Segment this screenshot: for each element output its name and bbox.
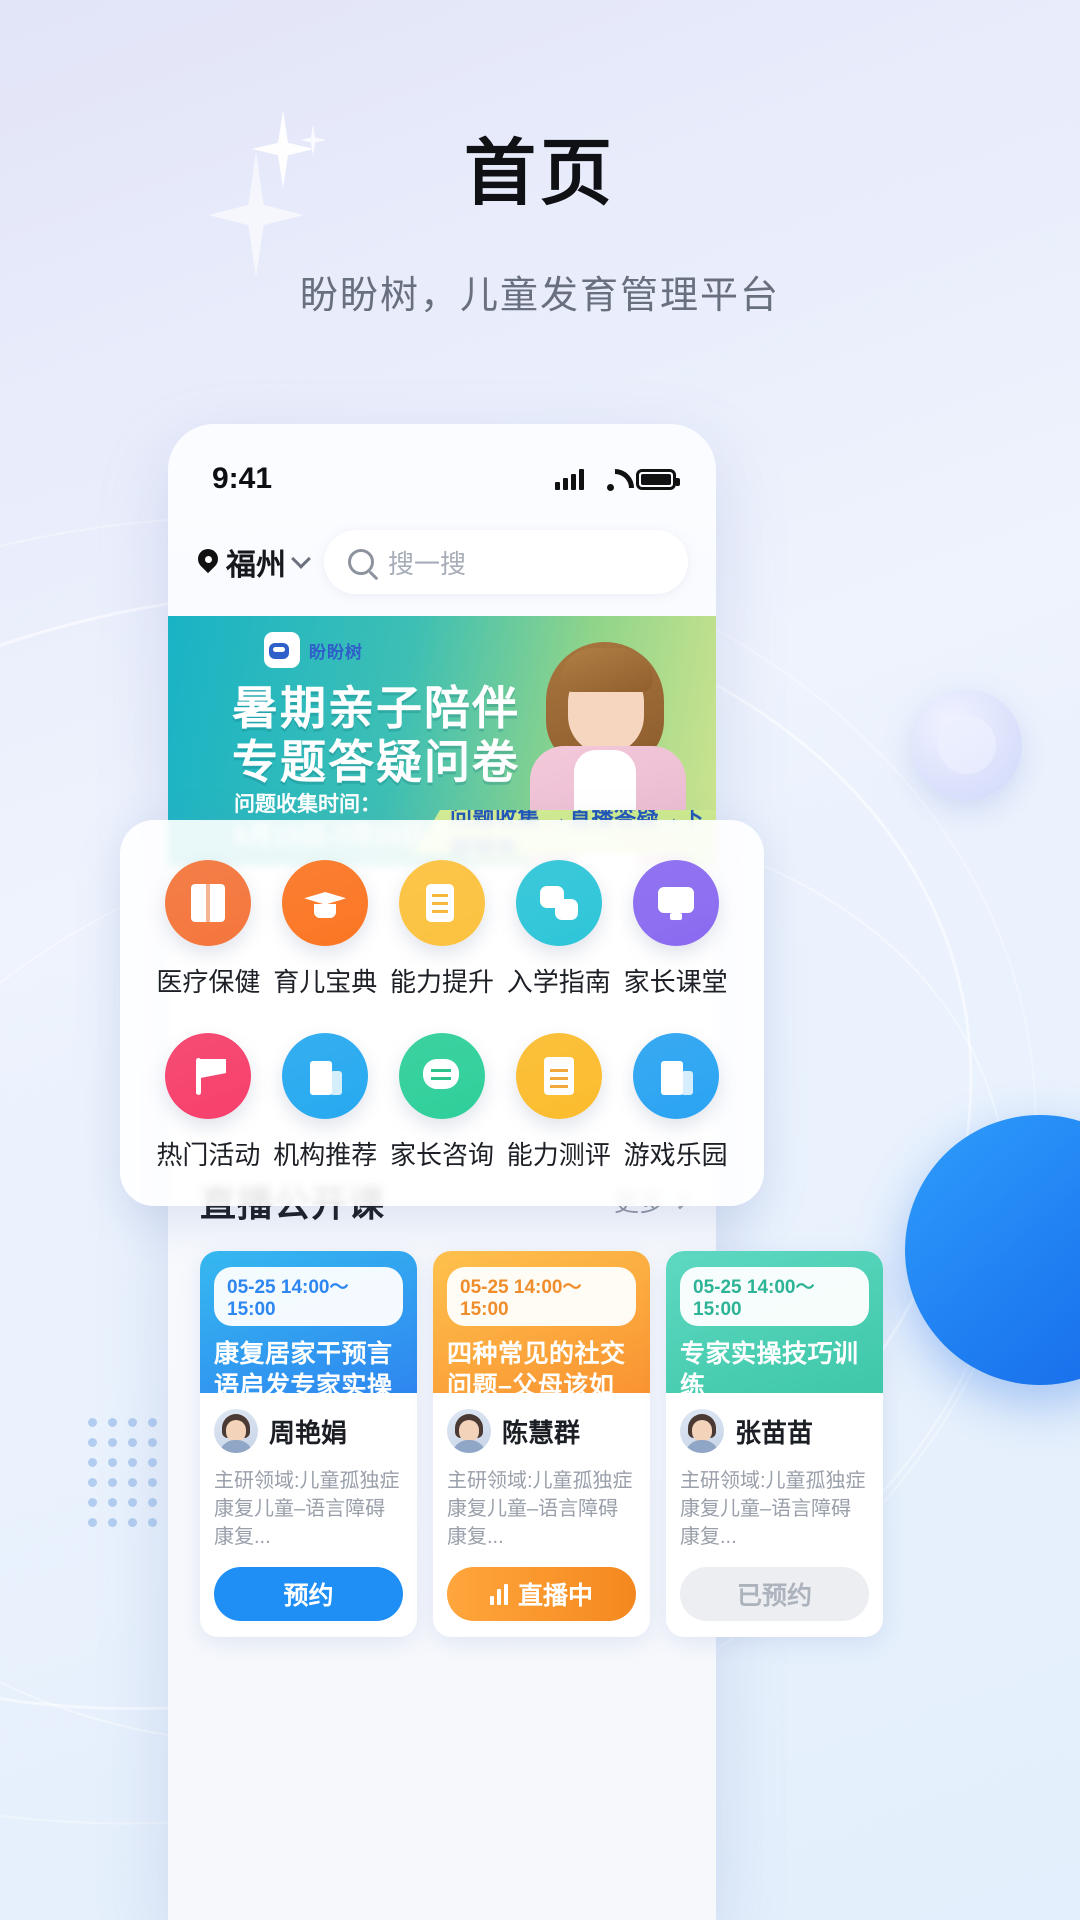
card-action-button[interactable]: 已预约 <box>680 1567 869 1621</box>
hospital-icon <box>304 1055 346 1097</box>
quick-entry-icon-bubble <box>515 1033 602 1119</box>
quick-entry-icon-bubble <box>632 860 719 946</box>
graduation-icon <box>304 882 346 924</box>
quick-entry-icon-bubble <box>282 860 369 946</box>
location-selector[interactable]: 福州 <box>198 540 311 584</box>
card-description: 主研领域:儿童孤独症康复儿童–语言障碍康复... <box>680 1470 866 1548</box>
quick-entry-icon-bubble <box>282 1033 369 1119</box>
banner-date-label: 问题收集时间： <box>234 793 381 816</box>
banner-brand-name: 盼盼树 <box>309 642 363 662</box>
monitor-icon <box>655 882 697 924</box>
quick-entry-4[interactable]: 入学指南 <box>500 860 617 999</box>
blue-circle-decoration <box>905 1115 1080 1385</box>
chat-icon <box>421 1055 463 1097</box>
quick-entry-3[interactable]: 能力提升 <box>384 860 501 999</box>
card-action-label: 已预约 <box>736 1582 812 1610</box>
quick-entry-icon-bubble <box>165 1033 252 1119</box>
chevron-down-icon <box>291 549 311 569</box>
quick-entry-6[interactable]: 热门活动 <box>150 1033 267 1172</box>
card-time-badge: 05-25 14:00～15:00 <box>214 1267 403 1326</box>
cellular-signal-icon <box>555 468 584 490</box>
teacher-name: 周艳娟 <box>269 1417 348 1448</box>
quick-entry-label: 家长课堂 <box>623 967 728 997</box>
live-course-card[interactable]: 05-25 14:00～15:00 康复居家干预言语启发专家实操技巧训... 周艳娟… <box>200 1251 417 1637</box>
quick-entry-icon-bubble <box>398 860 485 946</box>
avatar <box>214 1409 258 1453</box>
card-body: 周艳娟主研领域:儿童孤独症康复儿童–语言障碍康复... 预约 <box>200 1393 417 1637</box>
status-bar: 9:41 <box>168 424 716 510</box>
live-course-card[interactable]: 05-25 14:00～15:00 四种常见的社交问题–父母该如何进行... 陈慧群… <box>433 1251 650 1637</box>
card-teacher: 陈慧群 <box>447 1409 636 1453</box>
quick-entry-10[interactable]: 游戏乐园 <box>617 1033 734 1172</box>
live-course-card[interactable]: 05-25 14:00～15:00 专家实操技巧训练张苗苗主研领域:儿童孤独症康复… <box>666 1251 883 1637</box>
quick-entry-9[interactable]: 能力测评 <box>500 1033 617 1172</box>
flag-icon <box>187 1055 229 1097</box>
card-action-label: 预约 <box>283 1582 334 1610</box>
banner-brand: 盼盼树 <box>264 632 363 668</box>
page-header: 首页 盼盼树，儿童发育管理平台 <box>0 138 1080 319</box>
qa-bubble-icon <box>538 882 580 924</box>
card-action-label: 直播中 <box>517 1582 593 1610</box>
search-icon <box>348 549 374 575</box>
quick-entry-label: 游戏乐园 <box>623 1140 728 1170</box>
battery-icon <box>636 469 680 490</box>
quick-entry-grid: 医疗保健 育儿宝典 能力提升 入学指南 家长课堂热门活动 机构推荐 家长咨询 能力测评 游戏乐园 <box>150 860 734 1172</box>
quick-entry-2[interactable]: 育儿宝典 <box>267 860 384 999</box>
building-icon <box>655 1055 697 1097</box>
quick-entry-8[interactable]: 家长咨询 <box>384 1033 501 1172</box>
quick-entry-icon-bubble <box>165 860 252 946</box>
page-subtitle: 盼盼树，儿童发育管理平台 <box>299 275 780 317</box>
quick-entry-icon-bubble <box>632 1033 719 1119</box>
ring-decoration <box>912 690 1022 800</box>
card-teacher: 周艳娟 <box>214 1409 403 1453</box>
card-body: 张苗苗主研领域:儿童孤独症康复儿童–语言障碍康复... 已预约 <box>666 1393 883 1637</box>
live-course-card-list: 05-25 14:00～15:00 康复居家干预言语启发专家实操技巧训... 周艳娟… <box>168 1251 883 1637</box>
teacher-name: 陈慧群 <box>502 1417 581 1448</box>
teacher-name: 张苗苗 <box>735 1417 814 1448</box>
quick-entry-5[interactable]: 家长课堂 <box>617 860 734 999</box>
notebook-icon <box>538 1055 580 1097</box>
quick-entry-label: 热门活动 <box>156 1140 261 1170</box>
live-bars-icon <box>489 1583 508 1605</box>
card-description: 主研领域:儿童孤独症康复儿童–语言障碍康复... <box>447 1470 633 1548</box>
search-input[interactable]: 搜一搜 <box>324 530 688 594</box>
card-action-button[interactable]: 预约 <box>214 1567 403 1621</box>
quick-entry-7[interactable]: 机构推荐 <box>267 1033 384 1172</box>
quick-entry-label: 家长咨询 <box>389 1140 494 1170</box>
quick-entry-label: 能力提升 <box>389 967 494 997</box>
quick-entry-icon-bubble <box>515 860 602 946</box>
quick-entry-label: 医疗保健 <box>156 967 261 997</box>
location-pin-icon <box>198 549 218 575</box>
avatar <box>447 1409 491 1453</box>
avatar <box>680 1409 724 1453</box>
document-icon <box>421 882 463 924</box>
status-time: 9:41 <box>212 462 273 495</box>
wifi-icon <box>596 469 624 491</box>
card-description: 主研领域:儿童孤独症康复儿童–语言障碍康复... <box>214 1470 400 1548</box>
live-course-section: 直播公开课 更多 05-25 14:00～15:00康复居家干预言语启发专家实操… <box>168 1145 883 1637</box>
quick-entry-label: 育儿宝典 <box>273 967 378 997</box>
card-time-badge: 05-25 14:00～15:00 <box>680 1267 869 1326</box>
location-name: 福州 <box>226 549 286 582</box>
card-header: 05-25 14:00～15:00 四种常见的社交问题–父母该如何进行... <box>433 1251 650 1432</box>
top-search-row: 福州 搜一搜 <box>168 510 716 616</box>
card-header: 05-25 14:00～15:00 专家实操技巧训练 <box>666 1251 883 1400</box>
quick-entry-card: 医疗保健 育儿宝典 能力提升 入学指南 家长课堂热门活动 机构推荐 家长咨询 能力测评 游戏乐园 <box>120 820 764 1206</box>
card-body: 陈慧群主研领域:儿童孤独症康复儿童–语言障碍康复... 直播中 <box>433 1393 650 1637</box>
quick-entry-icon-bubble <box>398 1033 485 1119</box>
card-time-badge: 05-25 14:00～15:00 <box>447 1267 636 1326</box>
search-placeholder: 搜一搜 <box>388 548 467 579</box>
quick-entry-label: 能力测评 <box>506 1140 611 1170</box>
page-title: 首页 <box>463 134 616 214</box>
card-action-button[interactable]: 直播中 <box>447 1567 636 1621</box>
quick-entry-1[interactable]: 医疗保健 <box>150 860 267 999</box>
brand-logo-icon <box>264 632 300 668</box>
card-header: 05-25 14:00～15:00 康复居家干预言语启发专家实操技巧训... <box>200 1251 417 1432</box>
card-teacher: 张苗苗 <box>680 1409 869 1453</box>
banner-headline-2: 专题答疑问卷 <box>232 736 520 788</box>
quick-entry-label: 机构推荐 <box>273 1140 378 1170</box>
book-icon <box>187 882 229 924</box>
quick-entry-label: 入学指南 <box>506 967 611 997</box>
